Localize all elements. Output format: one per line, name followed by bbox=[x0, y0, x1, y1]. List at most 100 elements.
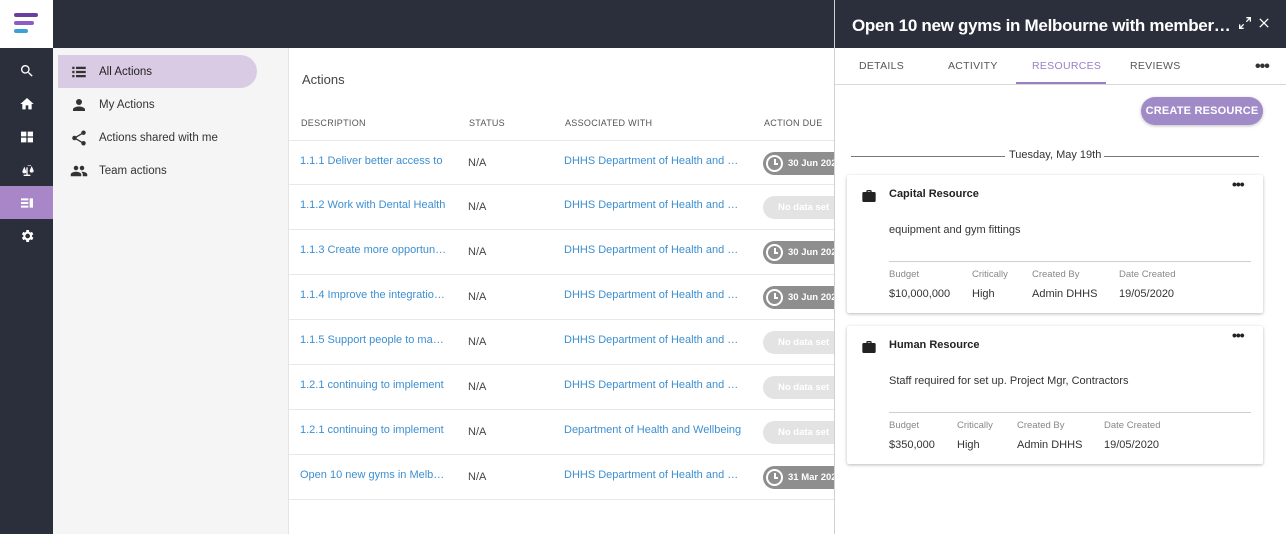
row-description-link[interactable]: 1.1.1 Deliver better access to bbox=[300, 155, 448, 167]
tab-resources[interactable]: RESOURCES bbox=[1032, 60, 1101, 72]
home-icon bbox=[19, 97, 34, 109]
table-row[interactable]: 1.1.2 Work with Dental Health N/A DHHS D… bbox=[289, 185, 834, 230]
list-icon bbox=[72, 66, 86, 77]
rail-home-button[interactable] bbox=[0, 87, 53, 120]
due-date-chip: 31 Mar 2021 bbox=[763, 466, 834, 489]
clock-icon bbox=[766, 155, 783, 172]
table-row[interactable]: 1.2.1 continuing to implement N/A DHHS D… bbox=[289, 365, 834, 410]
resource-card[interactable]: Capital Resource ••• equipment and gym f… bbox=[847, 175, 1263, 313]
critically-value: High bbox=[957, 439, 980, 451]
created-by-value: Admin DHHS bbox=[1017, 439, 1083, 451]
rail-scales-button[interactable] bbox=[0, 153, 53, 186]
actions-table-area: Actions DESCRIPTION STATUS ASSOCIATED WI… bbox=[288, 48, 834, 534]
panel-header: Open 10 new gyms in Melbourne with membe… bbox=[835, 0, 1286, 48]
created-by-label: Created By bbox=[1017, 420, 1065, 431]
divider bbox=[889, 261, 1251, 262]
row-associated-link[interactable]: DHHS Department of Health and Human Serv… bbox=[564, 469, 744, 481]
row-status: N/A bbox=[468, 426, 487, 438]
due-date-chip: 30 Jun 2020 bbox=[763, 286, 834, 309]
critically-label: Critically bbox=[972, 269, 1008, 280]
due-date-text: 30 Jun 2020 bbox=[788, 247, 834, 258]
tab-activity[interactable]: ACTIVITY bbox=[948, 60, 998, 72]
row-associated-link[interactable]: DHHS Department of Health and Human Serv… bbox=[564, 334, 744, 346]
row-description-link[interactable]: 1.1.3 Create more opportunities bbox=[300, 244, 448, 256]
table-row[interactable]: 1.2.1 continuing to implement N/A Depart… bbox=[289, 410, 834, 455]
card-menu-button[interactable]: ••• bbox=[1232, 176, 1245, 192]
resource-title: Capital Resource bbox=[889, 188, 979, 200]
row-associated-link[interactable]: DHHS Department of Health and Human Serv… bbox=[564, 289, 744, 301]
logo-bar-2 bbox=[14, 21, 34, 25]
app-logo[interactable] bbox=[0, 0, 53, 48]
row-associated-link[interactable]: DHHS Department of Health and Human Serv… bbox=[564, 155, 744, 167]
icon-rail bbox=[0, 0, 53, 534]
logo-bar-1 bbox=[14, 13, 38, 17]
close-panel-button[interactable] bbox=[1256, 15, 1272, 31]
clock-icon bbox=[766, 244, 783, 261]
column-header-status[interactable]: STATUS bbox=[469, 118, 505, 128]
column-header-description[interactable]: DESCRIPTION bbox=[301, 118, 366, 128]
date-created-label: Date Created bbox=[1104, 420, 1161, 431]
logo-bar-3 bbox=[14, 29, 28, 33]
panel-tabs: DETAILS ACTIVITY RESOURCES REVIEWS ••• bbox=[835, 48, 1286, 85]
due-date-chip: No data set bbox=[763, 376, 834, 399]
group-icon bbox=[70, 165, 88, 176]
resource-card[interactable]: Human Resource ••• Staff required for se… bbox=[847, 326, 1263, 464]
rail-settings-button[interactable] bbox=[0, 219, 53, 252]
created-by-label: Created By bbox=[1032, 269, 1080, 280]
clock-icon bbox=[766, 289, 783, 306]
due-date-text: 30 Jun 2020 bbox=[788, 292, 834, 303]
rail-actions-button[interactable] bbox=[0, 186, 53, 219]
row-associated-link[interactable]: DHHS Department of Health and Human Serv… bbox=[564, 244, 744, 256]
create-resource-button[interactable]: CREATE RESOURCE bbox=[1141, 97, 1263, 125]
table-row[interactable]: 1.1.3 Create more opportunities N/A DHHS… bbox=[289, 230, 834, 275]
list-icon bbox=[20, 197, 33, 208]
table-row[interactable]: 1.1.5 Support people to manage N/A DHHS … bbox=[289, 320, 834, 365]
created-by-value: Admin DHHS bbox=[1032, 288, 1098, 300]
table-row[interactable]: Open 10 new gyms in Melbourne N/A DHHS D… bbox=[289, 455, 834, 500]
row-description-link[interactable]: 1.2.1 continuing to implement bbox=[300, 424, 448, 436]
date-separator: Tuesday, May 19th bbox=[851, 149, 1259, 163]
subnav-item-label: Actions shared with me bbox=[99, 131, 218, 144]
subnav-item-shared-with-me[interactable]: Actions shared with me bbox=[58, 121, 257, 154]
grid-icon bbox=[20, 131, 33, 142]
subnav-item-all-actions[interactable]: All Actions bbox=[58, 55, 257, 88]
top-header-bar bbox=[53, 0, 834, 48]
column-header-action-due[interactable]: ACTION DUE bbox=[764, 118, 823, 128]
critically-label: Critically bbox=[957, 420, 993, 431]
subnav-item-label: All Actions bbox=[99, 65, 153, 78]
row-description-link[interactable]: 1.1.4 Improve the integration of bbox=[300, 289, 448, 301]
divider bbox=[851, 156, 1005, 157]
column-header-associated[interactable]: ASSOCIATED WITH bbox=[565, 118, 652, 128]
rail-search-button[interactable] bbox=[0, 54, 53, 87]
expand-icon bbox=[1239, 17, 1251, 29]
table-row[interactable]: 1.1.1 Deliver better access to N/A DHHS … bbox=[289, 140, 834, 185]
row-description-link[interactable]: Open 10 new gyms in Melbourne bbox=[300, 469, 448, 481]
table-row[interactable]: 1.1.4 Improve the integration of N/A DHH… bbox=[289, 275, 834, 320]
subnav-item-team-actions[interactable]: Team actions bbox=[58, 154, 257, 187]
gear-icon bbox=[21, 229, 33, 242]
due-date-text: No data set bbox=[778, 382, 830, 393]
expand-button[interactable] bbox=[1237, 15, 1253, 31]
tab-details[interactable]: DETAILS bbox=[859, 60, 904, 72]
resource-description: Staff required for set up. Project Mgr, … bbox=[889, 375, 1129, 387]
row-associated-link[interactable]: Department of Health and Wellbeing bbox=[564, 424, 744, 436]
person-icon bbox=[73, 98, 85, 111]
due-date-text: No data set bbox=[778, 427, 830, 438]
due-date-text: No data set bbox=[778, 202, 830, 213]
row-associated-link[interactable]: DHHS Department of Health and Human Serv… bbox=[564, 379, 744, 391]
subnav-item-my-actions[interactable]: My Actions bbox=[58, 88, 257, 121]
rail-dashboard-button[interactable] bbox=[0, 120, 53, 153]
date-heading: Tuesday, May 19th bbox=[1009, 149, 1102, 161]
due-date-text: 30 Jun 2020 bbox=[788, 158, 834, 169]
row-description-link[interactable]: 1.1.5 Support people to manage bbox=[300, 334, 448, 346]
card-menu-button[interactable]: ••• bbox=[1232, 327, 1245, 343]
more-options-button[interactable]: ••• bbox=[1255, 58, 1270, 76]
row-associated-link[interactable]: DHHS Department of Health and Human Serv… bbox=[564, 199, 744, 211]
due-date-chip: No data set bbox=[763, 331, 834, 354]
share-icon bbox=[72, 129, 86, 145]
due-date-chip: 30 Jun 2020 bbox=[763, 152, 834, 175]
row-description-link[interactable]: 1.1.2 Work with Dental Health bbox=[300, 199, 448, 211]
row-status: N/A bbox=[468, 246, 487, 258]
tab-reviews[interactable]: REVIEWS bbox=[1130, 60, 1181, 72]
row-description-link[interactable]: 1.2.1 continuing to implement bbox=[300, 379, 448, 391]
